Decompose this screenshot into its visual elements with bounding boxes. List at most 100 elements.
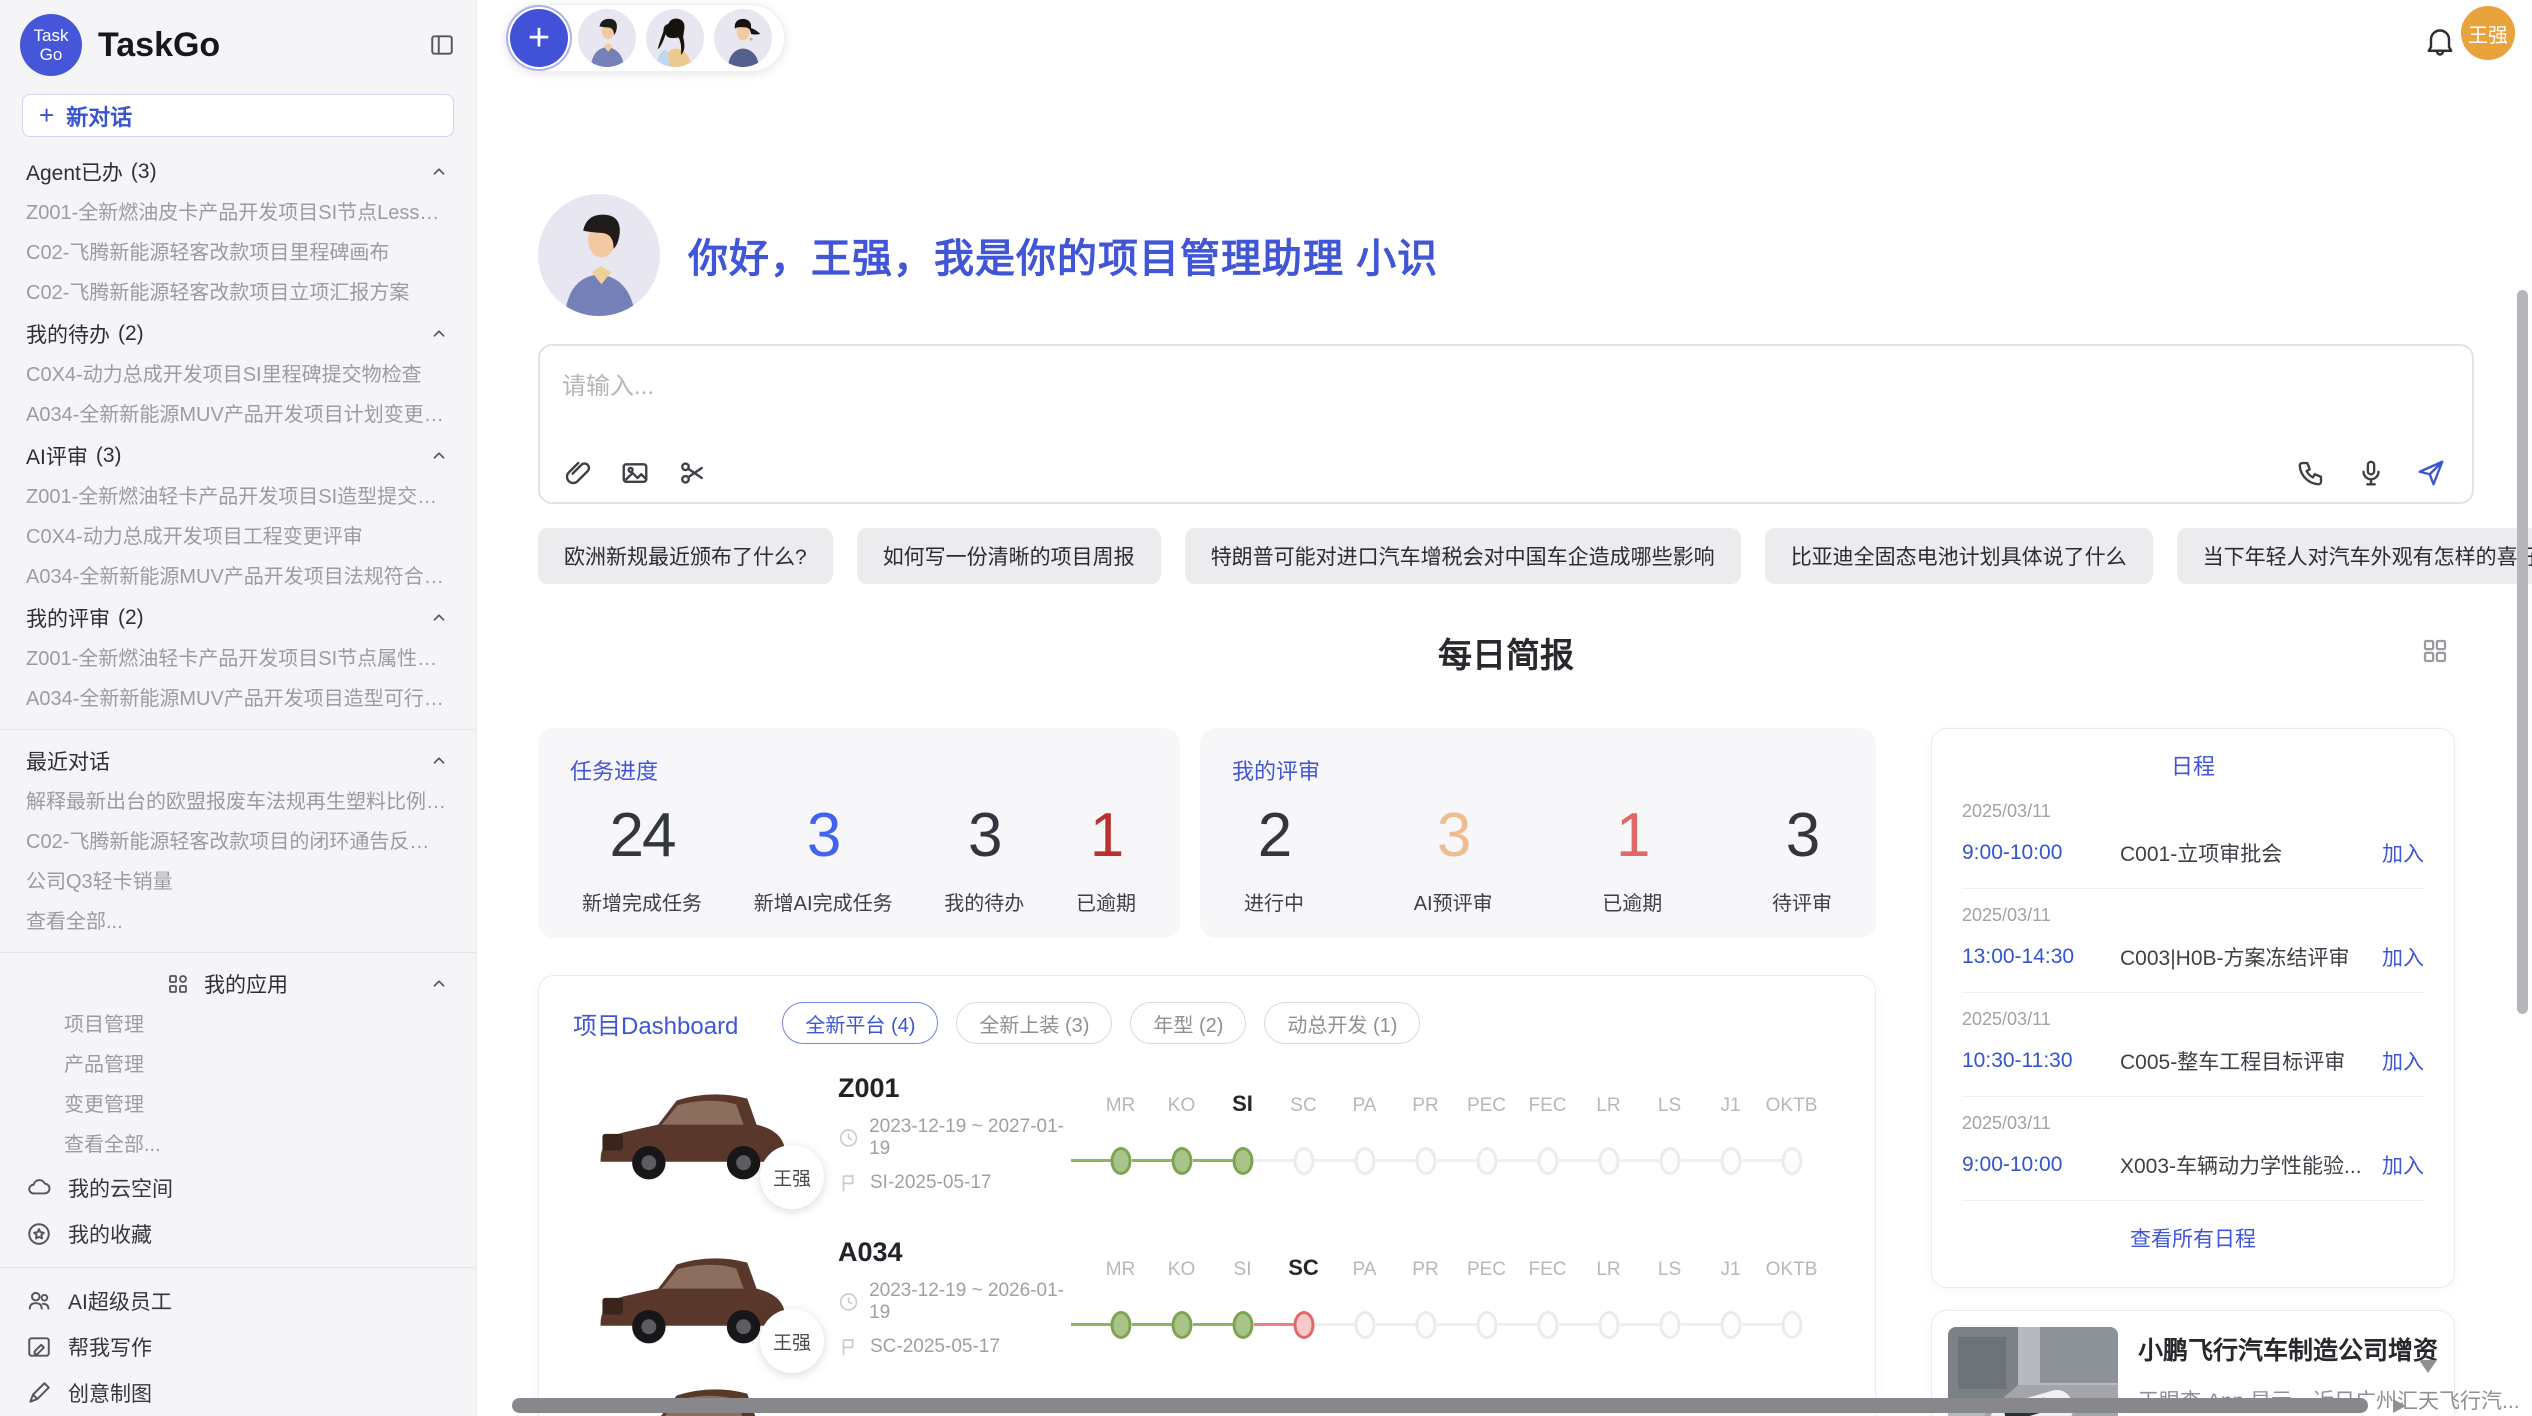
send-icon[interactable]	[2416, 458, 2446, 488]
scissors-icon[interactable]	[678, 458, 708, 488]
suggestion-chip[interactable]: 欧洲新规最近颁布了什么?	[538, 528, 833, 584]
entry-date: 2025/03/11	[1962, 801, 2424, 822]
recent-conversation-item[interactable]: C02-飞腾新能源轻客改款项目的闭环通告反馈情况	[0, 822, 476, 862]
view-all-schedule-link[interactable]: 查看所有日程	[1962, 1201, 2424, 1253]
stat-value: 3	[1772, 800, 1832, 871]
sidebar-task-item[interactable]: C0X4-动力总成开发项目SI里程碑提交物检查	[0, 355, 476, 395]
suggestion-chip[interactable]: 当下年轻人对汽车外观有怎样的喜好趋势	[2177, 528, 2532, 584]
sidebar-task-item[interactable]: Z001-全新燃油轻卡产品开发项目SI节点属性5D文件评审	[0, 639, 476, 679]
sidebar-item-ai-staff[interactable]: AI超级员工	[0, 1278, 476, 1324]
join-link[interactable]: 加入	[2382, 838, 2424, 868]
section-header[interactable]: AI评审 (3)	[0, 435, 476, 477]
dashboard-tab[interactable]: 全新平台 (4)	[782, 1002, 938, 1044]
section-header[interactable]: 我的评审 (2)	[0, 597, 476, 639]
conversation-avatar-3[interactable]	[714, 9, 772, 67]
milestone-label: J1	[1720, 1095, 1740, 1117]
join-link[interactable]: 加入	[2382, 1150, 2424, 1180]
milestone-connector	[1315, 1323, 1355, 1326]
vertical-scrollbar[interactable]	[2517, 290, 2528, 1014]
dashboard-tab[interactable]: 动总开发 (1)	[1264, 1002, 1420, 1044]
task-section: 我的评审 (2) Z001-全新燃油轻卡产品开发项目SI节点属性5D文件评审 A…	[0, 597, 476, 719]
sidebar-task-item[interactable]: C0X4-动力总成开发项目工程变更评审	[0, 517, 476, 557]
section-count: (2)	[118, 606, 144, 630]
milestone-timeline: MR KO	[1090, 1247, 1822, 1347]
conversation-avatar-1[interactable]	[578, 9, 636, 67]
milestone-dot	[1537, 1147, 1558, 1175]
sidebar-task-item[interactable]: Z001-全新燃油轻卡产品开发项目SI造型提交物评审	[0, 477, 476, 517]
section-header[interactable]: 最近对话	[0, 740, 476, 782]
section-header[interactable]: 我的待办 (2)	[0, 313, 476, 355]
recent-conversation-item[interactable]: 解释最新出台的欧盟报废车法规再生塑料比例被调至15%...	[0, 782, 476, 822]
add-conversation-button[interactable]: +	[510, 9, 568, 67]
microphone-icon[interactable]	[2356, 458, 2386, 488]
section-header[interactable]: 我的应用	[0, 963, 476, 1005]
join-link[interactable]: 加入	[2382, 942, 2424, 972]
app-item[interactable]: 变更管理	[0, 1085, 476, 1125]
project-row[interactable]: 王强 A034 2023-12-19 ~ 2026-01-19 SC-2025-…	[539, 1222, 1875, 1372]
app-item[interactable]: 产品管理	[0, 1045, 476, 1085]
schedule-entry[interactable]: 2025/03/11 10:30-11:30 C005-整车工程目标评审 加入	[1962, 993, 2424, 1097]
dashboard-tab[interactable]: 年型 (2)	[1130, 1002, 1246, 1044]
notifications-bell-icon[interactable]	[2422, 22, 2458, 60]
sidebar: Task Go TaskGo + 新对话 Agent已办 (3)	[0, 0, 477, 1416]
section-header[interactable]: Agent已办 (3)	[0, 151, 476, 193]
project-list: 王强 Z001 2023-12-19 ~ 2027-01-19 SI-2025-…	[539, 1058, 1875, 1372]
sidebar-task-item[interactable]: C02-飞腾新能源轻客改款项目里程碑画布	[0, 233, 476, 273]
milestone: SI	[1212, 1091, 1273, 1175]
avatar-woman-icon	[646, 9, 704, 67]
date-range: 2023-12-19 ~ 2027-01-19	[869, 1116, 1076, 1160]
app-item[interactable]: 项目管理	[0, 1005, 476, 1045]
scroll-down-arrow[interactable]	[2419, 1360, 2437, 1373]
recent-items: 解释最新出台的欧盟报废车法规再生塑料比例被调至15%... C02-飞腾新能源轻…	[0, 782, 476, 942]
schedule-entry[interactable]: 2025/03/11 9:00-10:00 X003-车辆动力学性能验... 加…	[1962, 1097, 2424, 1201]
milestone-connector	[1742, 1323, 1782, 1326]
taskgo-app: Task Go TaskGo + 新对话 Agent已办 (3)	[0, 0, 2532, 1416]
app-item[interactable]: 查看全部...	[0, 1125, 476, 1165]
sidebar-item-writing[interactable]: 帮我写作	[0, 1324, 476, 1370]
layout-grid-icon[interactable]	[2420, 636, 2450, 666]
entry-title: X003-车辆动力学性能验...	[2120, 1150, 2382, 1180]
clock-icon	[838, 1291, 859, 1313]
schedule-entry[interactable]: 2025/03/11 9:00-10:00 C001-立项审批会 加入	[1962, 785, 2424, 889]
user-avatar[interactable]: 王强	[2461, 6, 2515, 60]
sidebar-collapse-icon[interactable]	[428, 32, 456, 58]
suggestion-chip[interactable]: 如何写一份清晰的项目周报	[857, 528, 1161, 584]
sidebar-task-item[interactable]: A034-全新新能源MUV产品开发项目造型可行性评审	[0, 679, 476, 719]
entry-row: 9:00-10:00 C001-立项审批会 加入	[1962, 838, 2424, 868]
conversation-avatar-2[interactable]	[646, 9, 704, 67]
sidebar-item-cloud-space[interactable]: 我的云空间	[0, 1165, 476, 1211]
entry-date: 2025/03/11	[1962, 1113, 2424, 1134]
composer-right-tools	[2296, 458, 2446, 488]
milestone-connector	[1437, 1159, 1477, 1162]
dashboard-tab[interactable]: 全新上装 (3)	[956, 1002, 1112, 1044]
sidebar-item-favorites[interactable]: 我的收藏	[0, 1211, 476, 1257]
sidebar-task-item[interactable]: A034-全新新能源MUV产品开发项目法规符合性评审	[0, 557, 476, 597]
milestone-dot	[1720, 1311, 1741, 1339]
attachment-icon[interactable]	[562, 458, 592, 488]
horizontal-scrollbar[interactable]	[512, 1398, 2368, 1413]
stat: 1 已逾期	[1602, 800, 1662, 916]
section-items: C0X4-动力总成开发项目SI里程碑提交物检查 A034-全新新能源MUV产品开…	[0, 355, 476, 435]
dashboard-tabs: 全新平台 (4) 全新上装 (3) 年型 (2) 动总开发 (1)	[782, 1002, 1420, 1044]
join-link[interactable]: 加入	[2382, 1046, 2424, 1076]
composer[interactable]: 请输入...	[538, 344, 2474, 504]
phone-icon[interactable]	[2296, 458, 2326, 488]
suggestion-chip[interactable]: 特朗普可能对进口汽车增税会对中国车企造成哪些影响	[1185, 528, 1741, 584]
scroll-right-arrow[interactable]	[2393, 1399, 2406, 1413]
milestone-connector	[1132, 1159, 1172, 1162]
sidebar-task-item[interactable]: C02-飞腾新能源轻客改款项目立项汇报方案	[0, 273, 476, 313]
milestone-dot	[1781, 1311, 1802, 1339]
new-chat-button[interactable]: + 新对话	[22, 94, 454, 137]
recent-conversation-item[interactable]: 查看全部...	[0, 902, 476, 942]
image-icon[interactable]	[620, 458, 650, 488]
sidebar-item-drawing[interactable]: 创意制图	[0, 1370, 476, 1416]
entry-row: 13:00-14:30 C003|H0B-方案冻结评审 加入	[1962, 942, 2424, 972]
schedule-entry[interactable]: 2025/03/11 13:00-14:30 C003|H0B-方案冻结评审 加…	[1962, 889, 2424, 993]
sidebar-task-item[interactable]: Z001-全新燃油皮卡产品开发项目SI节点Lesson Learn报告	[0, 193, 476, 233]
recent-conversation-item[interactable]: 公司Q3轻卡销量	[0, 862, 476, 902]
task-progress-stats: 24 新增完成任务 3 新增AI完成任务 3 我的待办 1	[538, 786, 1180, 916]
suggestion-chip[interactable]: 比亚迪全固态电池计划具体说了什么	[1765, 528, 2153, 584]
writing-icon	[26, 1334, 52, 1360]
sidebar-task-item[interactable]: A034-全新新能源MUV产品开发项目计划变更表编写	[0, 395, 476, 435]
project-row[interactable]: 王强 Z001 2023-12-19 ~ 2027-01-19 SI-2025-…	[539, 1058, 1875, 1208]
